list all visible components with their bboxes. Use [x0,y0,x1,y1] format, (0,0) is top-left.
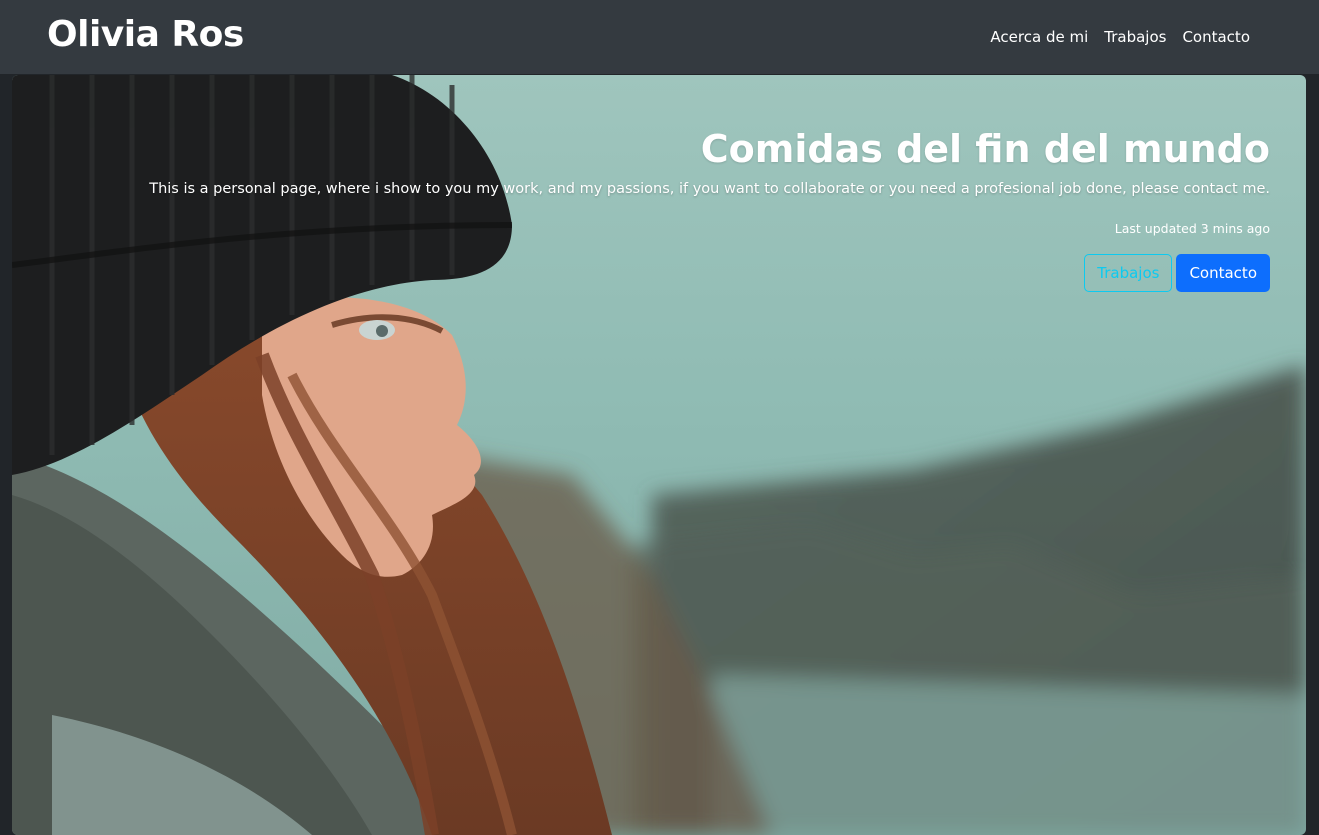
hero-banner: Comidas del fin del mundo This is a pers… [12,75,1306,835]
contacto-button[interactable]: Contacto [1176,254,1270,292]
hero-button-group: Trabajos Contacto [70,254,1270,292]
nav-links: Acerca de mi Trabajos Contacto [990,28,1250,46]
last-updated-text: Last updated 3 mins ago [1114,221,1270,236]
nav-link-trabajos[interactable]: Trabajos [1104,28,1166,46]
hero-title: Comidas del fin del mundo [700,127,1270,171]
hero-description: This is a personal page, where i show to… [149,181,1270,197]
hero-content: Comidas del fin del mundo This is a pers… [70,127,1270,292]
trabajos-button[interactable]: Trabajos [1084,254,1173,292]
top-navbar: Olivia Ros Acerca de mi Trabajos Contact… [0,0,1319,74]
nav-link-acerca[interactable]: Acerca de mi [990,28,1088,46]
brand-logo[interactable]: Olivia Ros [47,14,244,55]
nav-link-contacto[interactable]: Contacto [1182,28,1250,46]
